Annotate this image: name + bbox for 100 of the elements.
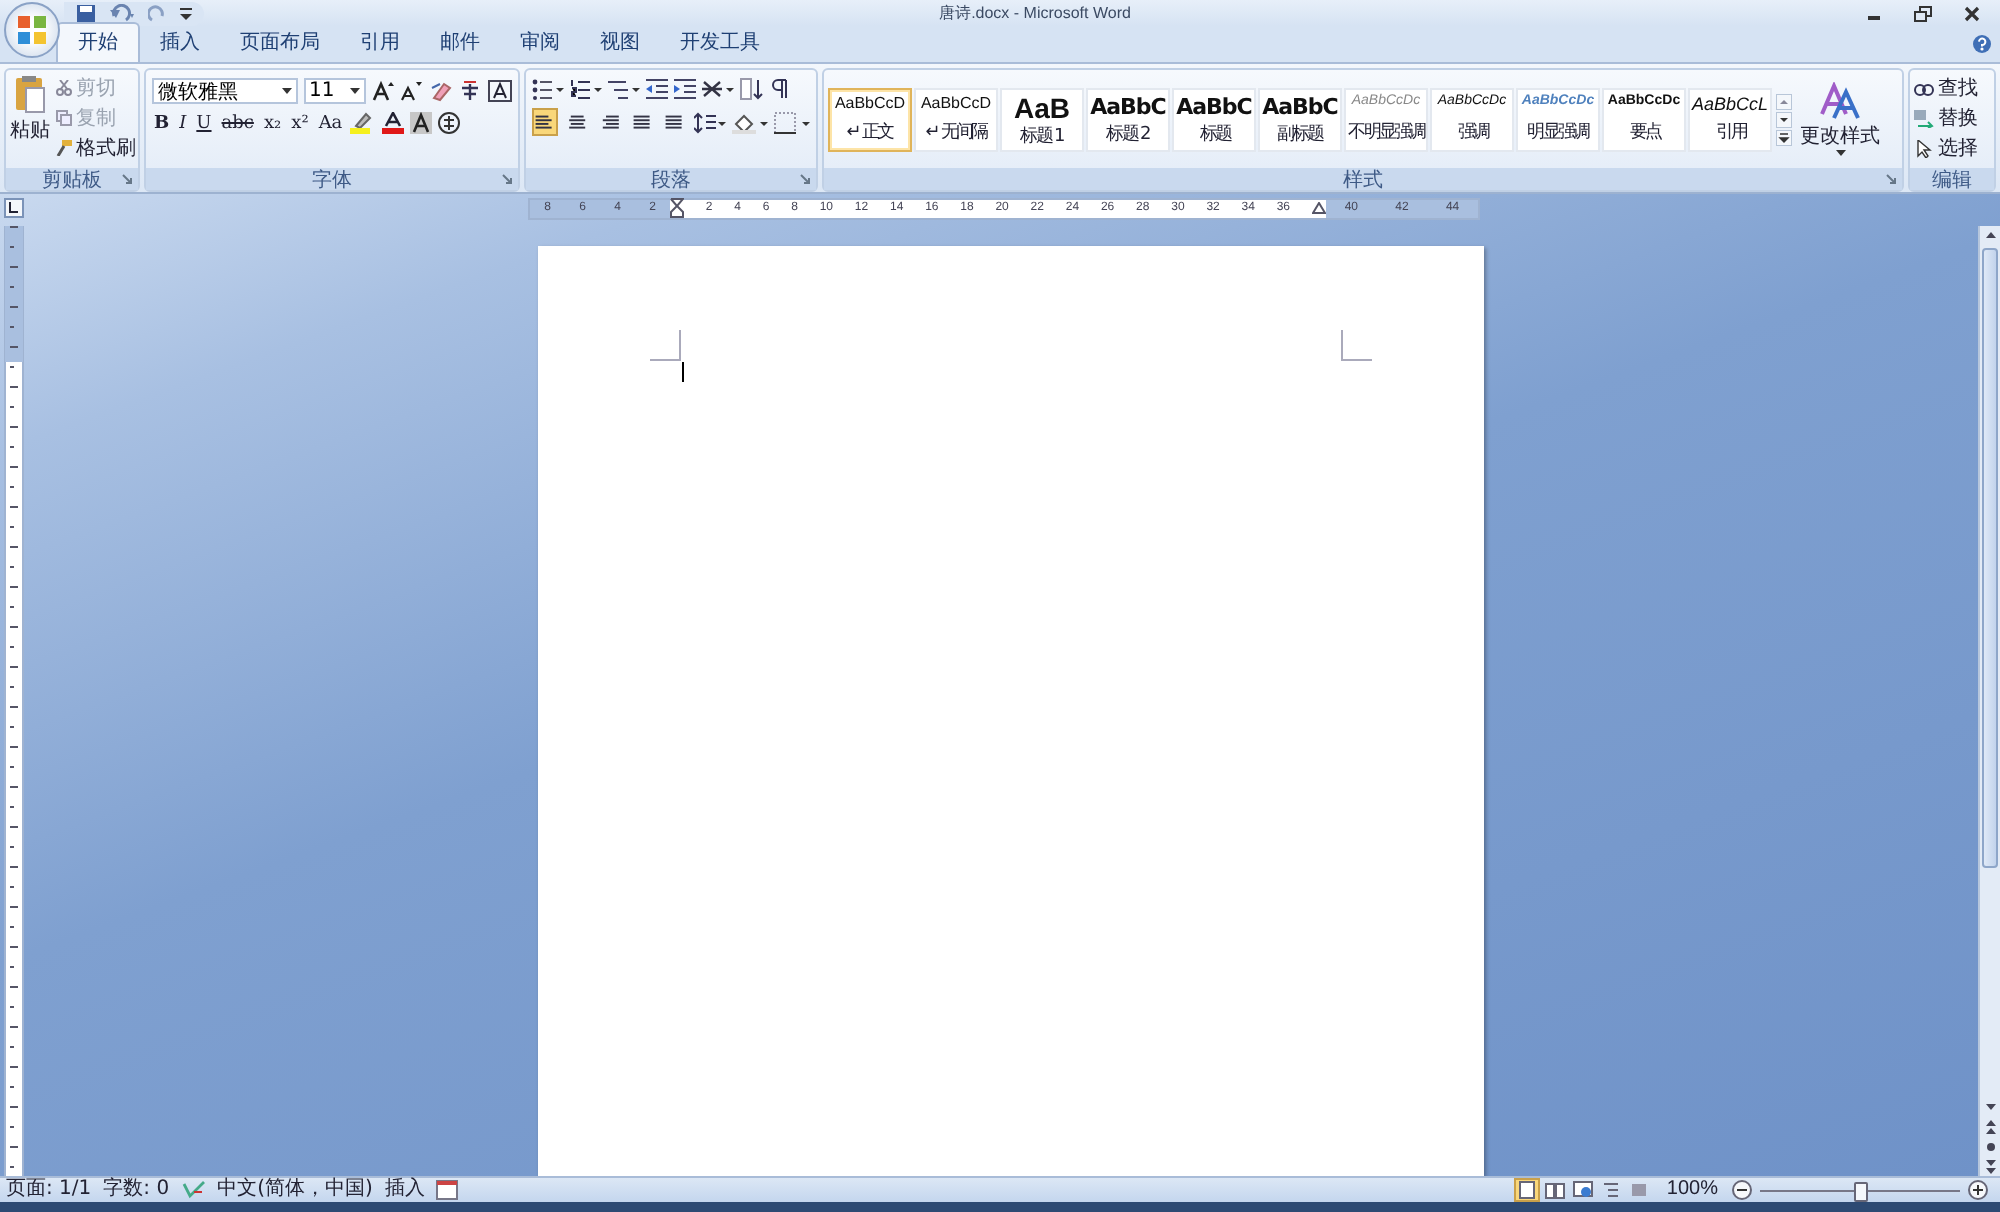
enclose-character-icon[interactable] bbox=[438, 112, 461, 134]
font-name-field[interactable]: 微软雅黑 bbox=[152, 78, 298, 104]
increase-indent-icon[interactable] bbox=[674, 78, 696, 100]
change-styles-button[interactable]: 更改样式 bbox=[1796, 82, 1884, 156]
save-icon[interactable] bbox=[76, 3, 96, 23]
chinese-layout-icon[interactable] bbox=[702, 78, 734, 100]
ribbon-tab[interactable]: 插入 bbox=[140, 24, 220, 62]
word-count[interactable]: 字数: 0 bbox=[103, 1180, 170, 1200]
previous-page-icon[interactable] bbox=[1981, 1118, 1999, 1136]
ribbon-tab[interactable]: 页面布局 bbox=[220, 24, 340, 62]
restore-icon[interactable] bbox=[1914, 5, 1932, 21]
line-spacing-icon[interactable] bbox=[694, 111, 727, 133]
group-title: 段落 bbox=[651, 167, 691, 193]
ribbon-tab[interactable]: 开始 bbox=[56, 22, 140, 62]
shrink-font-icon[interactable] bbox=[400, 80, 422, 102]
bullet-list-icon[interactable] bbox=[532, 78, 564, 100]
caret-icon bbox=[350, 88, 360, 94]
text-cursor bbox=[681, 362, 683, 382]
copy-icon bbox=[56, 110, 72, 126]
gallery-down-icon[interactable] bbox=[1776, 111, 1792, 127]
ribbon-tab[interactable]: 邮件 bbox=[420, 24, 500, 62]
zoom-level[interactable]: 100% bbox=[1666, 1180, 1718, 1200]
insert-mode[interactable]: 插入 bbox=[384, 1180, 425, 1200]
tab-selector-icon[interactable] bbox=[4, 198, 24, 218]
editing-button[interactable]: 选择 bbox=[1914, 134, 1990, 162]
ribbon-tab[interactable]: 审阅 bbox=[500, 24, 580, 62]
dialog-launcher-icon[interactable] bbox=[1886, 174, 1896, 184]
style-option[interactable]: AaB 标题 1 bbox=[1000, 87, 1084, 151]
crop-mark-icon bbox=[1339, 330, 1371, 362]
clear-format-icon[interactable] bbox=[428, 80, 452, 102]
grow-font-icon[interactable] bbox=[372, 80, 394, 102]
window-title: 唐诗.docx - Microsoft Word bbox=[937, 2, 1133, 24]
view-button[interactable] bbox=[1570, 1178, 1597, 1202]
style-option[interactable]: AaBbCcD ↵ 正文 bbox=[828, 87, 912, 151]
style-option[interactable]: AaBbC 标题 bbox=[1172, 87, 1256, 151]
show-marks-icon[interactable] bbox=[770, 78, 790, 100]
close-icon[interactable] bbox=[1964, 5, 1980, 21]
proofing-icon[interactable] bbox=[181, 1180, 206, 1200]
format-button[interactable]: x² bbox=[289, 113, 311, 133]
style-option[interactable]: AaBbCcD ↵ 无间隔 bbox=[914, 87, 998, 151]
indent-marker-icon[interactable] bbox=[670, 198, 684, 218]
format-button[interactable]: abc bbox=[219, 113, 256, 133]
ribbon-tab[interactable]: 视图 bbox=[580, 24, 660, 62]
office-button[interactable] bbox=[4, 2, 60, 58]
format-button[interactable]: U bbox=[194, 113, 214, 133]
group-title: 编辑 bbox=[1932, 167, 1972, 193]
group-title: 剪贴板 bbox=[42, 167, 102, 193]
customize-caret-icon[interactable] bbox=[180, 5, 192, 21]
phonetic-guide-icon[interactable] bbox=[458, 80, 482, 102]
dialog-launcher-icon[interactable] bbox=[800, 174, 810, 184]
decrease-indent-icon[interactable] bbox=[646, 78, 668, 100]
undo-icon[interactable] bbox=[108, 3, 136, 23]
caret-icon bbox=[1835, 150, 1845, 156]
ribbon-tab[interactable]: 开发工具 bbox=[660, 24, 780, 62]
zoom-out-icon[interactable] bbox=[1732, 1180, 1752, 1200]
format-button[interactable]: Aa bbox=[316, 113, 345, 133]
character-shading-icon[interactable] bbox=[410, 112, 433, 134]
caret-icon bbox=[281, 88, 292, 94]
sort-icon[interactable] bbox=[740, 78, 764, 100]
numbered-list-icon[interactable] bbox=[570, 78, 602, 100]
view-button[interactable] bbox=[1514, 1178, 1541, 1202]
zoom-slider-thumb[interactable] bbox=[1854, 1181, 1868, 1201]
group-title: 样式 bbox=[1343, 167, 1383, 193]
view-button[interactable] bbox=[1542, 1178, 1569, 1202]
paste-button[interactable]: 粘贴 bbox=[10, 74, 50, 164]
editing-button[interactable]: 查找 bbox=[1914, 74, 1990, 102]
font-color-icon[interactable] bbox=[382, 112, 405, 134]
dialog-launcher-icon[interactable] bbox=[122, 174, 132, 184]
multilevel-list-icon[interactable] bbox=[608, 78, 640, 100]
gallery-more-icon[interactable] bbox=[1776, 129, 1792, 145]
style-option[interactable]: AaBbC 副标题 bbox=[1258, 87, 1342, 151]
office-logo-icon bbox=[12, 10, 52, 50]
binoculars-icon bbox=[1914, 79, 1934, 97]
align-button[interactable] bbox=[532, 108, 559, 136]
macro-record-icon[interactable] bbox=[436, 1180, 459, 1200]
language-indicator[interactable]: 中文(简体，中国) bbox=[217, 1180, 373, 1200]
browse-object-icon[interactable] bbox=[1981, 1138, 1999, 1156]
letters-icon bbox=[1820, 82, 1860, 122]
format-button[interactable]: x₂ bbox=[261, 113, 284, 133]
replace-icon bbox=[1914, 109, 1934, 127]
shading-icon[interactable] bbox=[732, 111, 769, 133]
help-icon[interactable] bbox=[1972, 34, 1992, 54]
dialog-launcher-icon[interactable] bbox=[502, 174, 512, 184]
brush-icon bbox=[56, 140, 72, 156]
zoom-in-icon[interactable] bbox=[1968, 1180, 1988, 1200]
page-count[interactable]: 页面: 1/1 bbox=[6, 1180, 92, 1200]
editing-button[interactable]: 替换 bbox=[1914, 104, 1990, 132]
character-border-icon[interactable] bbox=[488, 80, 512, 102]
highlighter-icon[interactable] bbox=[350, 112, 377, 134]
style-option[interactable]: AaBbCcL 引用 bbox=[1688, 87, 1772, 151]
format-button[interactable]: I bbox=[177, 113, 189, 133]
right-indent-icon[interactable] bbox=[1311, 202, 1326, 214]
clipboard-button[interactable]: 格式刷 bbox=[56, 134, 136, 162]
ribbon-tab[interactable]: 引用 bbox=[340, 24, 420, 62]
scrollbar-thumb[interactable] bbox=[1982, 248, 1998, 868]
borders-icon[interactable] bbox=[774, 111, 811, 133]
font-size-field[interactable]: 11 bbox=[303, 78, 366, 104]
format-button[interactable]: B bbox=[152, 113, 172, 133]
group-title: 字体 bbox=[312, 167, 352, 193]
style-option[interactable]: AaBbC 标题 2 bbox=[1086, 87, 1170, 151]
